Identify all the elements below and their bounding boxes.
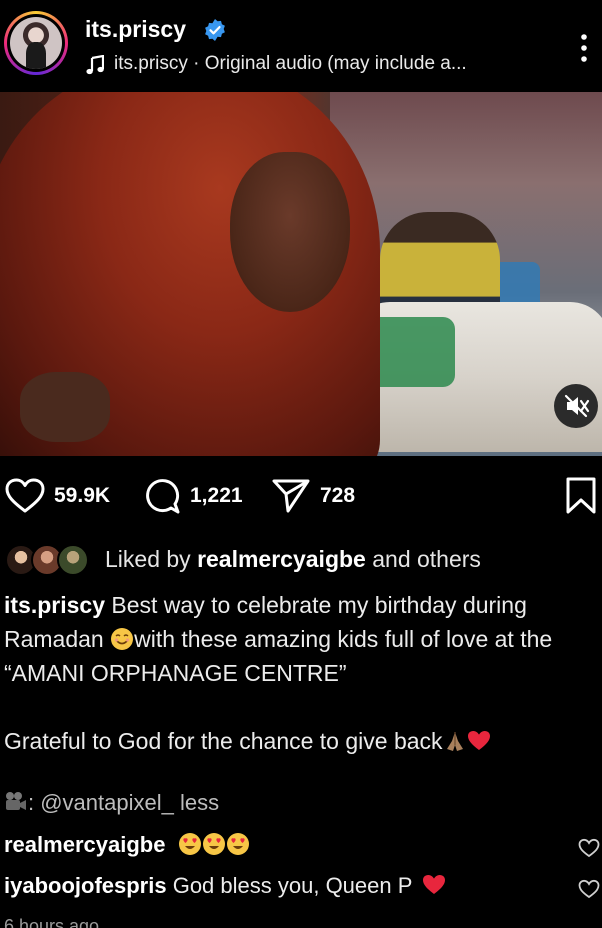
heart-eyes-emoji-icon [226, 833, 249, 855]
post-timestamp: 6 hours ago [4, 916, 100, 928]
share-button[interactable]: 728 [271, 472, 355, 520]
caption-paragraph-1: its.priscy Best way to celebrate my birt… [4, 592, 553, 686]
red-heart-icon [423, 875, 446, 894]
comment-row: iyaboojofespris God bless you, Queen P [4, 873, 602, 907]
action-bar: 59.9K 1,221 728 [0, 472, 602, 520]
caption-username[interactable]: its.priscy [4, 592, 105, 618]
bookmark-icon[interactable] [565, 477, 597, 515]
smiling-emoji-icon [111, 628, 134, 650]
share-count: 728 [320, 484, 356, 507]
heart-icon [5, 478, 45, 513]
heart-eyes-emoji-icon [178, 833, 201, 855]
audio-attribution[interactable]: its.priscy · Original audio (may include… [114, 53, 467, 75]
liked-by-text: Liked by realmercyaigbe and others [105, 546, 481, 572]
comment-username[interactable]: realmercyaigbe [4, 832, 165, 857]
share-icon [272, 479, 310, 513]
avatar[interactable] [4, 11, 68, 75]
comment-count: 1,221 [190, 484, 243, 507]
red-heart-icon [467, 731, 490, 750]
video-camera-icon [6, 792, 26, 810]
comment-button[interactable]: 1,221 [143, 472, 243, 520]
avatar [57, 544, 89, 576]
like-button[interactable]: 59.9K [5, 472, 110, 520]
post-caption: its.priscy Best way to celebrate my birt… [4, 588, 602, 754]
mute-button[interactable] [554, 384, 598, 428]
comment-like-icon[interactable] [578, 838, 600, 858]
muted-speaker-icon [564, 394, 590, 418]
caption-paragraph-2: Grateful to God for the chance to give b… [4, 724, 491, 758]
like-count: 59.9K [54, 484, 111, 507]
post-video[interactable] [0, 92, 602, 456]
comment-icon [146, 479, 180, 514]
post-header: its.priscy its.priscy · Original audio (… [0, 0, 602, 92]
liker-avatars [5, 544, 95, 576]
verified-badge-icon [205, 19, 225, 41]
more-vertical-icon[interactable] [578, 32, 590, 64]
comment-like-icon[interactable] [578, 879, 600, 899]
username[interactable]: its.priscy [85, 16, 186, 43]
liked-by-row[interactable]: Liked by realmercyaigbe and others [0, 540, 602, 580]
heart-eyes-emoji-icon [202, 833, 225, 855]
praying-hands-icon [446, 732, 463, 751]
music-note-icon [86, 55, 104, 75]
comment-username[interactable]: iyaboojofespris [4, 873, 167, 898]
comment-row: realmercyaigbe [4, 832, 602, 866]
video-credit: : @vantapixel_ less [4, 790, 219, 816]
liker-username[interactable]: realmercyaigbe [197, 546, 366, 572]
